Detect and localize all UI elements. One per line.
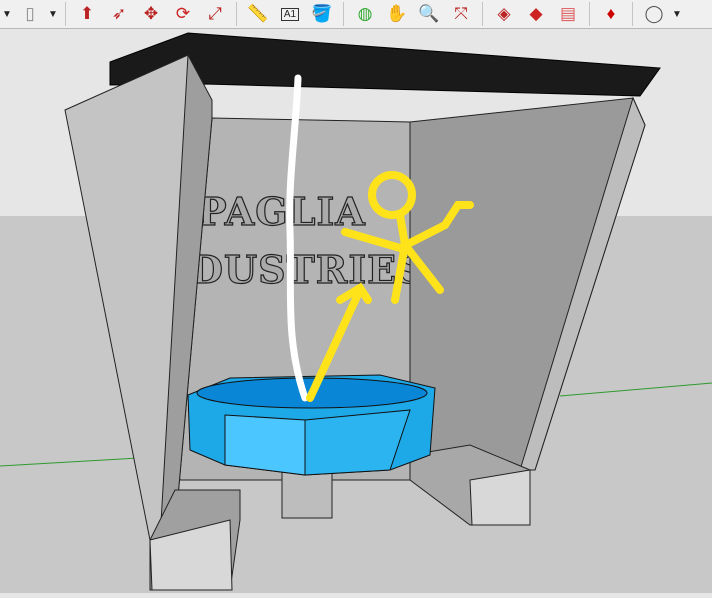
rotate-tool-button[interactable]: ⟳ — [170, 1, 196, 27]
push-pull-tool-icon: ⬆ — [79, 4, 95, 23]
orbit-tool-icon: ◍ — [357, 4, 373, 23]
tool-buttons: ▯ ▼ ⬆ ➶ ✥ ⟳ ⤢ 📏 A1 🪣 ◍ ✋ 🔍 ⤧ ◈ ◆ ▤ ♦ ◯ ▼ — [14, 1, 684, 27]
toolbar: ▼ ▯ ▼ ⬆ ➶ ✥ ⟳ ⤢ 📏 A1 🪣 ◍ ✋ 🔍 ⤧ ◈ ◆ ▤ ♦ ◯ ▼ — [0, 0, 712, 29]
orbit-tool-button[interactable]: ◍ — [352, 1, 378, 27]
scale-tool-button[interactable]: ⤢ — [202, 1, 228, 27]
zoom-tool-icon: 🔍 — [418, 4, 440, 23]
rectangle-tool-button[interactable]: ▯ — [17, 1, 43, 27]
3d-warehouse-icon: ◈ — [497, 4, 511, 23]
basin-face — [224, 414, 306, 476]
text-tool-icon: A1 — [280, 7, 300, 21]
move-tool-button[interactable]: ✥ — [138, 1, 164, 27]
rotate-tool-icon: ⟳ — [175, 4, 191, 23]
zoom-tool-button[interactable]: 🔍 — [416, 1, 442, 27]
text-tool-button[interactable]: A1 — [277, 1, 303, 27]
push-pull-tool-button[interactable]: ⬆ — [74, 1, 100, 27]
pan-tool-button[interactable]: ✋ — [384, 1, 410, 27]
account-dropdown-icon[interactable]: ▼ — [672, 1, 682, 27]
extension-warehouse-button[interactable]: ◆ — [523, 1, 549, 27]
account-icon: ◯ — [644, 4, 664, 23]
3d-warehouse-button[interactable]: ◈ — [491, 1, 517, 27]
toolbar-separator — [482, 2, 483, 26]
toolbar-separator — [632, 2, 633, 26]
send-to-layout-icon: ▤ — [559, 4, 577, 23]
dropdown-arrow-icon[interactable]: ▼ — [2, 1, 12, 27]
extension-warehouse-icon: ◆ — [529, 4, 543, 23]
follow-me-tool-button[interactable]: ➶ — [106, 1, 132, 27]
tape-measure-tool-icon: 📏 — [247, 4, 269, 23]
pedestal — [281, 469, 333, 519]
toolbar-separator — [65, 2, 66, 26]
paint-bucket-tool-icon: 🪣 — [311, 4, 333, 23]
zoom-extents-tool-button[interactable]: ⤧ — [448, 1, 474, 27]
account-button[interactable]: ◯ — [641, 1, 667, 27]
right-foot-front — [469, 469, 531, 526]
zoom-extents-tool-icon: ⤧ — [454, 4, 468, 23]
toolbar-separator — [343, 2, 344, 26]
dropdown-arrow-icon[interactable]: ▼ — [48, 1, 58, 27]
extension-manager-icon: ♦ — [606, 4, 616, 23]
sign-line-2: DUSTRIES — [190, 247, 426, 292]
sign-line-1: PAGLIA — [198, 189, 366, 234]
extension-manager-button[interactable]: ♦ — [598, 1, 624, 27]
toolbar-separator — [236, 2, 237, 26]
tape-measure-tool-button[interactable]: 📏 — [245, 1, 271, 27]
model-scene[interactable]: PAGLIA DUSTRIES — [0, 29, 712, 593]
send-to-layout-button[interactable]: ▤ — [555, 1, 581, 27]
scale-tool-icon: ⤢ — [208, 4, 222, 23]
rectangle-tool-icon: ▯ — [25, 4, 35, 23]
pan-tool-icon: ✋ — [386, 4, 408, 23]
follow-me-tool-icon: ➶ — [111, 4, 127, 23]
toolbar-separator — [589, 2, 590, 26]
paint-bucket-tool-button[interactable]: 🪣 — [309, 1, 335, 27]
3d-viewport[interactable]: PAGLIA DUSTRIES — [0, 29, 712, 593]
move-tool-icon: ✥ — [143, 4, 159, 23]
